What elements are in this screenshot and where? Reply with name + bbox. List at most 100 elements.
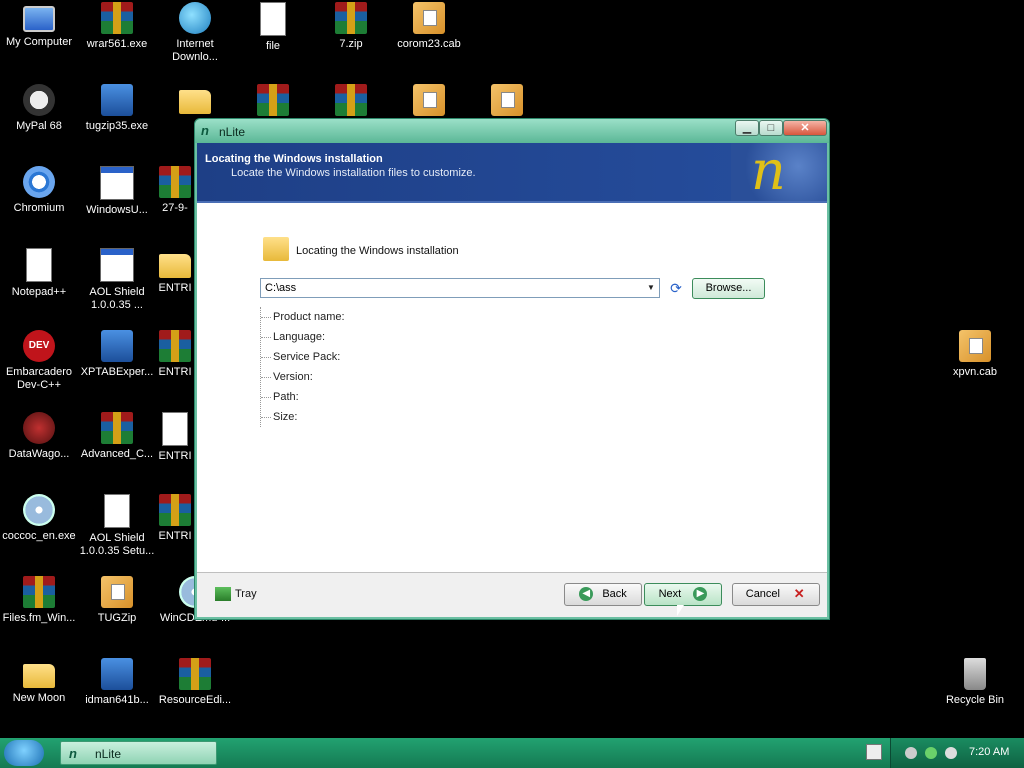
clock[interactable]: 7:20 AM [969, 746, 1009, 758]
desktop-icon-xptabexper[interactable]: XPTABExper... [78, 330, 156, 379]
desktop-icon-7zip[interactable]: 7.zip [312, 2, 390, 51]
desktop-icon-entri-1[interactable]: ENTRI [156, 248, 194, 295]
desktop-icon-aol-shield[interactable]: AOL Shield 1.0.0.35 ... [78, 248, 156, 312]
installer-icon [101, 658, 133, 690]
minimize-button[interactable]: ▁ [735, 120, 759, 136]
wizard-button-bar: Tray ◀ Back Next ▶ Cancel ✕ [197, 572, 827, 617]
devcpp-icon: DEV [23, 330, 55, 362]
maximize-button[interactable]: □ [759, 120, 783, 136]
window-titlebar[interactable]: n nLite ▁ □ ✕ [195, 119, 829, 143]
close-button[interactable]: ✕ [783, 120, 827, 136]
desktop-icon-archive-b[interactable] [312, 84, 390, 120]
banner-heading: Locating the Windows installation [205, 153, 383, 165]
back-button[interactable]: ◀ Back [564, 583, 642, 606]
page-content: Locating the Windows installation C:\ass… [197, 203, 827, 573]
desktop-icon-recycle-bin[interactable]: Recycle Bin [936, 658, 1014, 707]
desktop-icon-chromium[interactable]: Chromium [0, 166, 78, 215]
desktop-icon-corom23[interactable]: corom23.cab [390, 2, 468, 51]
winrar-icon [101, 2, 133, 34]
chromium-icon [23, 166, 55, 198]
mouse-cursor-icon [677, 605, 684, 616]
volume-icon[interactable] [945, 747, 957, 759]
info-size-label: Size: [273, 411, 298, 423]
nlite-window: n nLite ▁ □ ✕ Locating the Windows insta… [194, 118, 830, 620]
desktop-icon-resourceedi[interactable]: ResourceEdi... [156, 658, 234, 707]
desktop-icon-internet-download[interactable]: Internet Downlo... [156, 2, 234, 64]
desktop-icon-archive-a[interactable] [234, 84, 312, 120]
desktop-icon-new-moon[interactable]: New Moon [0, 658, 78, 705]
back-arrow-icon: ◀ [579, 587, 594, 602]
desktop-icon-cab-a[interactable] [390, 84, 468, 120]
disc-icon [23, 494, 55, 526]
desktop-icon-wrar561[interactable]: wrar561.exe [78, 2, 156, 51]
keyboard-icon[interactable] [866, 744, 882, 760]
desktop-icon-notepadpp[interactable]: Notepad++ [0, 248, 78, 299]
nlite-banner-logo-icon: n [731, 139, 827, 202]
taskbar-item-nlite[interactable]: n nLite [60, 741, 217, 765]
window-icon [100, 166, 134, 200]
window-title: nLite [219, 125, 246, 139]
cab-icon [491, 84, 523, 116]
next-label: Next [658, 588, 682, 600]
refresh-icon[interactable]: ⟳ [667, 279, 685, 297]
desktop-icon-my-computer[interactable]: My Computer [0, 2, 78, 49]
desktop-icon-file[interactable]: file [234, 2, 312, 53]
tray-icon [215, 587, 231, 601]
next-button[interactable]: Next ▶ [644, 583, 722, 606]
archive-icon [159, 166, 191, 198]
desktop-icon-advanced-c[interactable]: Advanced_C... [78, 412, 156, 461]
header-banner: Locating the Windows installation Locate… [197, 139, 827, 203]
datawago-icon [23, 412, 55, 444]
desktop-icon-datawago[interactable]: DataWago... [0, 412, 78, 461]
computer-icon [23, 6, 55, 32]
browse-button[interactable]: Browse... [692, 278, 765, 299]
desktop-icon-entri-2[interactable]: ENTRI [156, 330, 194, 379]
folder-icon [23, 664, 55, 688]
cab-icon [413, 84, 445, 116]
info-language-label: Language: [273, 331, 325, 343]
nlite-task-icon: n [69, 746, 77, 761]
installation-info-tree: Product name: Language: Service Pack: Ve… [260, 307, 461, 427]
desktop-icon-cab-b[interactable] [468, 84, 546, 120]
mypal-icon [23, 84, 55, 116]
installation-path-value: C:\ass [265, 282, 297, 294]
globe-icon [179, 2, 211, 34]
tugzip-icon [101, 576, 133, 608]
info-version-label: Version: [273, 371, 313, 383]
desktop-icon-filesfm[interactable]: Files.fm_Win... [0, 576, 78, 625]
desktop-icon-27-9[interactable]: 27-9- [156, 166, 194, 215]
desktop-icon-tugzip[interactable]: TUGZip [78, 576, 156, 625]
desktop-icon-entri-3[interactable]: ENTRI [156, 412, 194, 463]
section-title: Locating the Windows installation [296, 245, 459, 257]
folder-icon [159, 254, 191, 278]
desktop-icon-coccoc[interactable]: coccoc_en.exe [0, 494, 78, 543]
banner-subheading: Locate the Windows installation files to… [231, 167, 476, 179]
cab-icon [413, 2, 445, 34]
start-button[interactable] [4, 740, 44, 766]
archive-icon [179, 658, 211, 690]
desktop-icon-devcpp[interactable]: DEV Embarcadero Dev-C++ [0, 330, 78, 392]
desktop-icon-mypal[interactable]: MyPal 68 [0, 84, 78, 133]
nlite-logo-icon: n [201, 123, 209, 138]
desktop-icon-entri-4[interactable]: ENTRI [156, 494, 194, 543]
desktop-icon-windowsu[interactable]: WindowsU... [78, 166, 156, 217]
desktop-icon-xpvn[interactable]: xpvn.cab [936, 330, 1014, 379]
document-icon [260, 2, 286, 36]
chevron-down-icon[interactable]: ▼ [643, 279, 659, 297]
update-icon[interactable] [925, 747, 937, 759]
network-icon[interactable] [905, 747, 917, 759]
system-tray: 7:20 AM [890, 738, 1024, 768]
installation-path-combobox[interactable]: C:\ass ▼ [260, 278, 660, 298]
desktop-icon-folder[interactable] [156, 84, 234, 118]
folder-icon [179, 90, 211, 114]
cancel-button[interactable]: Cancel ✕ [732, 583, 820, 606]
back-label: Back [602, 588, 627, 600]
desktop-icon-tugzip35[interactable]: tugzip35.exe [78, 84, 156, 133]
recycle-bin-icon [964, 658, 986, 690]
desktop-icon-aol-shield-setup[interactable]: AOL Shield 1.0.0.35 Setu... [78, 494, 156, 558]
archive-icon [159, 494, 191, 526]
tray-button[interactable]: Tray [215, 587, 257, 601]
desktop-icon-idman[interactable]: idman641b... [78, 658, 156, 707]
window-client: Locating the Windows installation Locate… [197, 139, 827, 617]
document-icon [162, 412, 188, 446]
